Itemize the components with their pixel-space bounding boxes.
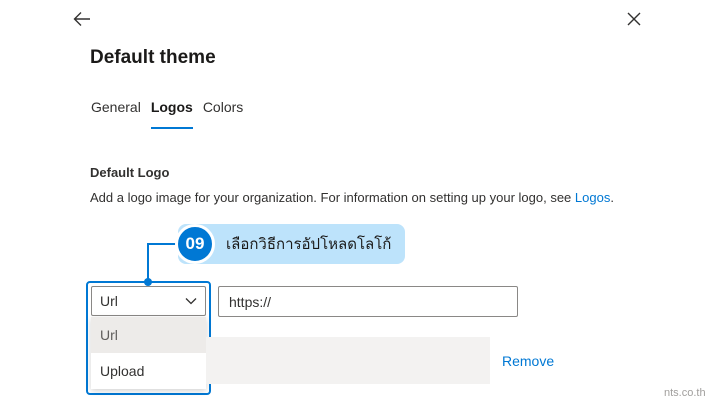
page-title: Default theme bbox=[90, 47, 216, 68]
dropdown-option-url[interactable]: Url bbox=[91, 317, 206, 353]
section-title: Default Logo bbox=[90, 165, 170, 180]
callout-connector bbox=[147, 243, 177, 245]
arrow-left-icon bbox=[73, 12, 90, 26]
dropdown-selected-value: Url bbox=[100, 293, 118, 309]
remove-link[interactable]: Remove bbox=[502, 353, 554, 369]
close-icon bbox=[627, 12, 641, 26]
tab-general[interactable]: General bbox=[91, 99, 141, 129]
tab-colors[interactable]: Colors bbox=[203, 99, 243, 129]
back-button[interactable] bbox=[70, 8, 94, 30]
logo-url-input[interactable] bbox=[218, 286, 518, 317]
dropdown-option-upload[interactable]: Upload bbox=[91, 353, 206, 389]
description-period: . bbox=[610, 190, 614, 205]
callout-text: เลือกวิธีการอัปโหลดโลโก้ bbox=[226, 236, 392, 253]
tab-bar: General Logos Colors bbox=[91, 99, 243, 129]
logo-source-dropdown[interactable]: Url bbox=[91, 286, 206, 316]
description-text: Add a logo image for your organization. … bbox=[90, 190, 572, 205]
section-description: Add a logo image for your organization. … bbox=[90, 189, 650, 207]
callout-connector-vertical bbox=[147, 243, 149, 281]
step-badge: 09 bbox=[175, 224, 215, 264]
logos-link[interactable]: Logos bbox=[575, 190, 610, 205]
chevron-down-icon bbox=[185, 298, 197, 305]
tab-logos[interactable]: Logos bbox=[150, 99, 193, 129]
dropdown-menu: Url Upload bbox=[91, 317, 206, 389]
close-button[interactable] bbox=[622, 8, 646, 30]
watermark: nts.co.th bbox=[664, 387, 706, 399]
logo-preview bbox=[206, 337, 490, 384]
